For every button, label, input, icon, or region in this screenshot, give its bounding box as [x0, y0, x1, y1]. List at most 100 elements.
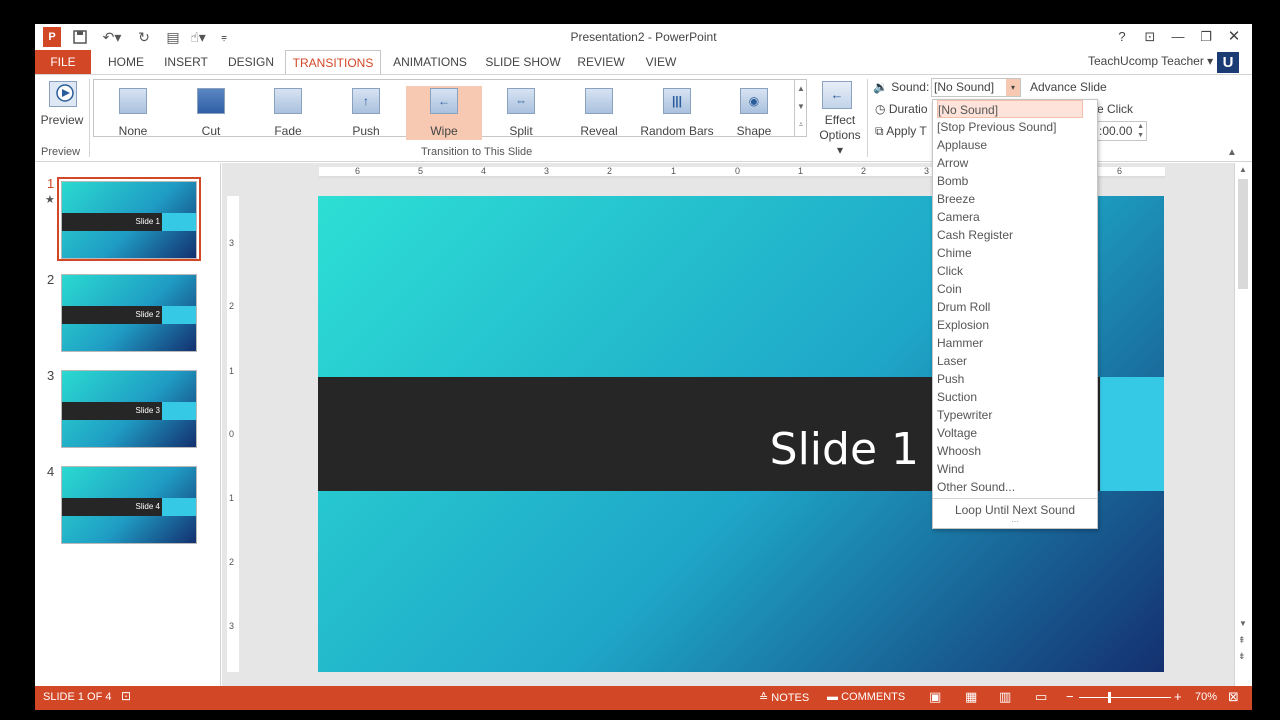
proofing-icon[interactable]: ⊡	[121, 689, 131, 703]
transition-push[interactable]: ↑ Push	[328, 86, 404, 140]
tab-file[interactable]: FILE	[35, 50, 91, 74]
gallery-scroll[interactable]: ▲ ▼ ⩡	[794, 80, 807, 136]
normal-view-icon[interactable]: ▣	[929, 689, 941, 705]
transition-shape[interactable]: ◉ Shape	[716, 86, 792, 140]
vertical-scrollbar[interactable]: ▲ ▼ ⇞ ⇟	[1234, 163, 1252, 686]
tab-animations[interactable]: ANIMATIONS	[389, 50, 471, 74]
gallery-more-icon[interactable]: ⩡	[795, 116, 807, 134]
effect-options-button[interactable]: ← Effect Options ▾	[815, 79, 865, 157]
gallery-down-icon[interactable]: ▼	[795, 98, 807, 116]
user-account[interactable]: TeachUcomp Teacher ▾	[1088, 54, 1213, 68]
collapse-ribbon-icon[interactable]: ▲	[1227, 147, 1237, 158]
help-button[interactable]: ?	[1111, 27, 1133, 47]
sound-option[interactable]: Laser	[937, 352, 1083, 370]
scroll-down-icon[interactable]: ▼	[1239, 619, 1247, 628]
sound-option[interactable]: Camera	[937, 208, 1083, 226]
transition-split[interactable]: ⇔ Split	[483, 86, 559, 140]
sound-option[interactable]: Chime	[937, 244, 1083, 262]
sound-option[interactable]: Bomb	[937, 172, 1083, 190]
sound-option[interactable]: [No Sound]	[937, 100, 1083, 118]
slide-sorter-icon[interactable]: ▦	[965, 689, 977, 705]
tab-insert[interactable]: INSERT	[161, 50, 211, 74]
sound-option[interactable]: Drum Roll	[937, 298, 1083, 316]
apply-to-all-button[interactable]: ⧉ Apply T	[875, 124, 927, 139]
slide-thumbnail-2[interactable]: Slide 2	[61, 274, 197, 352]
spinner-icon[interactable]: ▲ ▼	[1137, 122, 1144, 140]
sound-option[interactable]: Typewriter	[937, 406, 1083, 424]
ruler-label: 3	[229, 238, 235, 248]
tab-design[interactable]: DESIGN	[223, 50, 279, 74]
ruler-label: 0	[735, 166, 741, 176]
gallery-up-icon[interactable]: ▲	[795, 80, 807, 98]
tab-slide-show[interactable]: SLIDE SHOW	[483, 50, 563, 74]
zoom-out-icon[interactable]: −	[1066, 689, 1074, 704]
transition-random-bars[interactable]: ||| Random Bars	[639, 86, 715, 140]
sound-option[interactable]: Push	[937, 370, 1083, 388]
notes-button[interactable]: ≙ NOTES	[759, 691, 809, 704]
slide-number: 4	[47, 464, 55, 479]
chevron-down-icon[interactable]: ▾	[1006, 79, 1020, 96]
zoom-in-icon[interactable]: +	[1174, 689, 1182, 704]
transition-reveal-icon	[585, 88, 613, 114]
slide-number: 2	[47, 272, 55, 287]
sound-option[interactable]: Suction	[937, 388, 1083, 406]
sound-option[interactable]: Breeze	[937, 190, 1083, 208]
sound-option[interactable]: Hammer	[937, 334, 1083, 352]
transition-none[interactable]: None	[95, 86, 171, 140]
sound-label: 🔉 Sound:	[873, 80, 930, 94]
loop-until-next-sound-option[interactable]: Loop Until Next Sound	[933, 503, 1097, 517]
tab-review[interactable]: REVIEW	[573, 50, 629, 74]
sound-option[interactable]: Whoosh	[937, 442, 1083, 460]
close-button[interactable]: ✕	[1223, 27, 1245, 47]
transition-wipe[interactable]: ← Wipe	[406, 86, 482, 140]
zoom-level[interactable]: 70%	[1195, 691, 1217, 703]
sound-option[interactable]: [Stop Previous Sound]	[937, 118, 1083, 136]
ribbon-display-icon[interactable]: ⊡	[1139, 27, 1161, 47]
slide-show-icon[interactable]: ▭	[1035, 689, 1047, 705]
after-time-input[interactable]: :00.00 ▲ ▼	[1097, 121, 1147, 141]
restore-button[interactable]: ❐	[1195, 27, 1217, 47]
tab-home[interactable]: HOME	[101, 50, 151, 74]
tab-transitions[interactable]: TRANSITIONS	[285, 50, 381, 75]
ruler-label: 0	[229, 429, 235, 439]
preview-button[interactable]: Preview	[39, 79, 85, 131]
group-divider	[89, 79, 90, 157]
sound-dropdown-menu: [No Sound] [Stop Previous Sound] Applaus…	[932, 99, 1098, 529]
tab-view[interactable]: VIEW	[639, 50, 683, 74]
preview-icon	[49, 81, 77, 107]
sound-option[interactable]: Click	[937, 262, 1083, 280]
zoom-slider-thumb[interactable]	[1108, 692, 1111, 703]
sound-option[interactable]: Wind	[937, 460, 1083, 478]
transition-reveal[interactable]: Reveal	[561, 86, 637, 140]
on-mouse-click-label[interactable]: e Click	[1097, 102, 1133, 116]
slide-thumbnail-3[interactable]: Slide 3	[61, 370, 197, 448]
slide-thumbnail-1[interactable]: Slide 1	[57, 177, 201, 261]
ruler-label: 3	[229, 621, 235, 631]
minimize-button[interactable]: —	[1167, 27, 1189, 47]
sound-option[interactable]: Arrow	[937, 154, 1083, 172]
slide-thumbnail-4[interactable]: Slide 4	[61, 466, 197, 544]
scroll-thumb[interactable]	[1238, 179, 1248, 289]
scroll-up-icon[interactable]: ▲	[1239, 165, 1247, 174]
sound-option[interactable]: Explosion	[937, 316, 1083, 334]
vertical-ruler: 3 2 1 0 1 2 3	[227, 196, 239, 672]
transition-label: Shape	[736, 124, 772, 138]
sound-option[interactable]: Voltage	[937, 424, 1083, 442]
resize-grip-icon[interactable]: ⋯	[933, 518, 1097, 526]
previous-slide-icon[interactable]: ⇞	[1238, 635, 1246, 646]
sound-option[interactable]: Coin	[937, 280, 1083, 298]
reading-view-icon[interactable]: ▥	[999, 689, 1011, 705]
transitions-group-label: Transition to This Slide	[421, 146, 533, 158]
sound-option[interactable]: Cash Register	[937, 226, 1083, 244]
next-slide-icon[interactable]: ⇟	[1238, 651, 1246, 662]
transition-cut[interactable]: Cut	[173, 86, 249, 140]
slide-title[interactable]: Slide 1	[770, 424, 919, 475]
transition-fade[interactable]: Fade	[250, 86, 326, 140]
sound-select[interactable]: [No Sound] ▾	[931, 78, 1021, 97]
comments-button[interactable]: ▬ COMMENTS	[827, 691, 905, 703]
sound-option[interactable]: Other Sound...	[937, 478, 1083, 496]
fit-to-window-icon[interactable]: ⊠	[1228, 689, 1239, 705]
sound-option[interactable]: Applause	[937, 136, 1083, 154]
slide-thumbnail-image: Slide 2	[61, 274, 197, 352]
zoom-slider[interactable]	[1079, 697, 1171, 698]
